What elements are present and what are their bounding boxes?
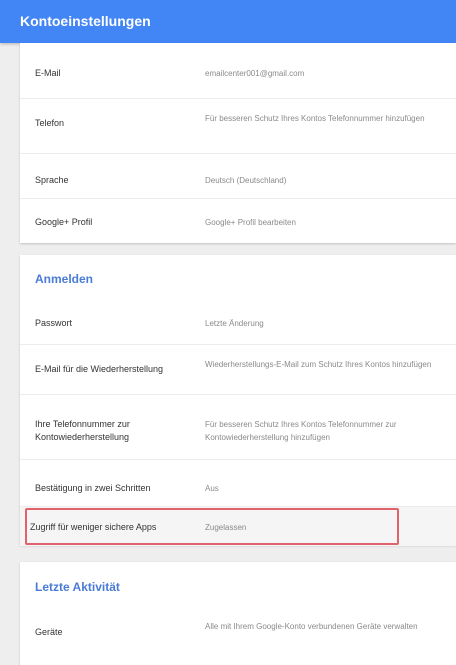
activity-section-title: Letzte Aktivität xyxy=(35,580,120,594)
top-app-bar: Kontoeinstellungen xyxy=(0,0,456,43)
highlight-annotation-box xyxy=(25,508,399,545)
signin-section-title: Anmelden xyxy=(35,272,94,286)
recovery-phone-row[interactable]: Ihre Telefonnummer zur Kontowiederherste… xyxy=(20,394,456,460)
activity-card: Letzte Aktivität Geräte Alle mit Ihrem G… xyxy=(20,562,456,665)
two-step-row[interactable]: Bestätigung in zwei Schritten Aus xyxy=(20,459,456,507)
email-value: emailcenter001@gmail.com xyxy=(205,69,305,78)
recovery-email-row[interactable]: E-Mail für die Wiederherstellung Wiederh… xyxy=(20,344,456,395)
email-label: E-Mail xyxy=(35,68,61,78)
google-plus-value: Google+ Profil bearbeiten xyxy=(205,218,296,227)
devices-label: Geräte xyxy=(35,627,63,637)
google-plus-label: Google+ Profil xyxy=(35,217,93,227)
language-row[interactable]: Sprache Deutsch (Deutschland) xyxy=(20,153,456,199)
devices-value: Alle mit Ihrem Google-Konto verbundenen … xyxy=(205,622,418,631)
devices-row[interactable]: Geräte Alle mit Ihrem Google-Konto verbu… xyxy=(20,604,456,665)
recovery-email-label: E-Mail für die Wiederherstellung xyxy=(35,364,164,374)
phone-value: Für besseren Schutz Ihres Kontos Telefon… xyxy=(205,114,425,123)
language-label: Sprache xyxy=(35,175,69,185)
password-label: Passwort xyxy=(35,318,73,328)
two-step-value: Aus xyxy=(205,484,219,493)
phone-row[interactable]: Telefon Für besseren Schutz Ihres Kontos… xyxy=(20,98,456,154)
recovery-email-value: Wiederherstellungs-E-Mail zum Schutz Ihr… xyxy=(205,360,432,369)
email-row[interactable]: E-Mail emailcenter001@gmail.com xyxy=(20,43,456,98)
password-row[interactable]: Passwort Letzte Änderung xyxy=(20,297,456,344)
language-value: Deutsch (Deutschland) xyxy=(205,176,287,185)
signin-card: Anmelden Passwort Letzte Änderung E-Mail… xyxy=(20,255,456,546)
two-step-label: Bestätigung in zwei Schritten xyxy=(35,483,151,493)
account-card: E-Mail emailcenter001@gmail.com Telefon … xyxy=(20,43,456,243)
page-title: Kontoeinstellungen xyxy=(20,13,151,29)
recovery-phone-label: Ihre Telefonnummer zur Kontowiederherste… xyxy=(35,419,130,442)
google-plus-row[interactable]: Google+ Profil Google+ Profil bearbeiten xyxy=(20,198,456,244)
password-value: Letzte Änderung xyxy=(205,319,264,328)
phone-label: Telefon xyxy=(35,118,65,128)
recovery-phone-value: Für besseren Schutz Ihres Kontos Telefon… xyxy=(205,420,397,442)
